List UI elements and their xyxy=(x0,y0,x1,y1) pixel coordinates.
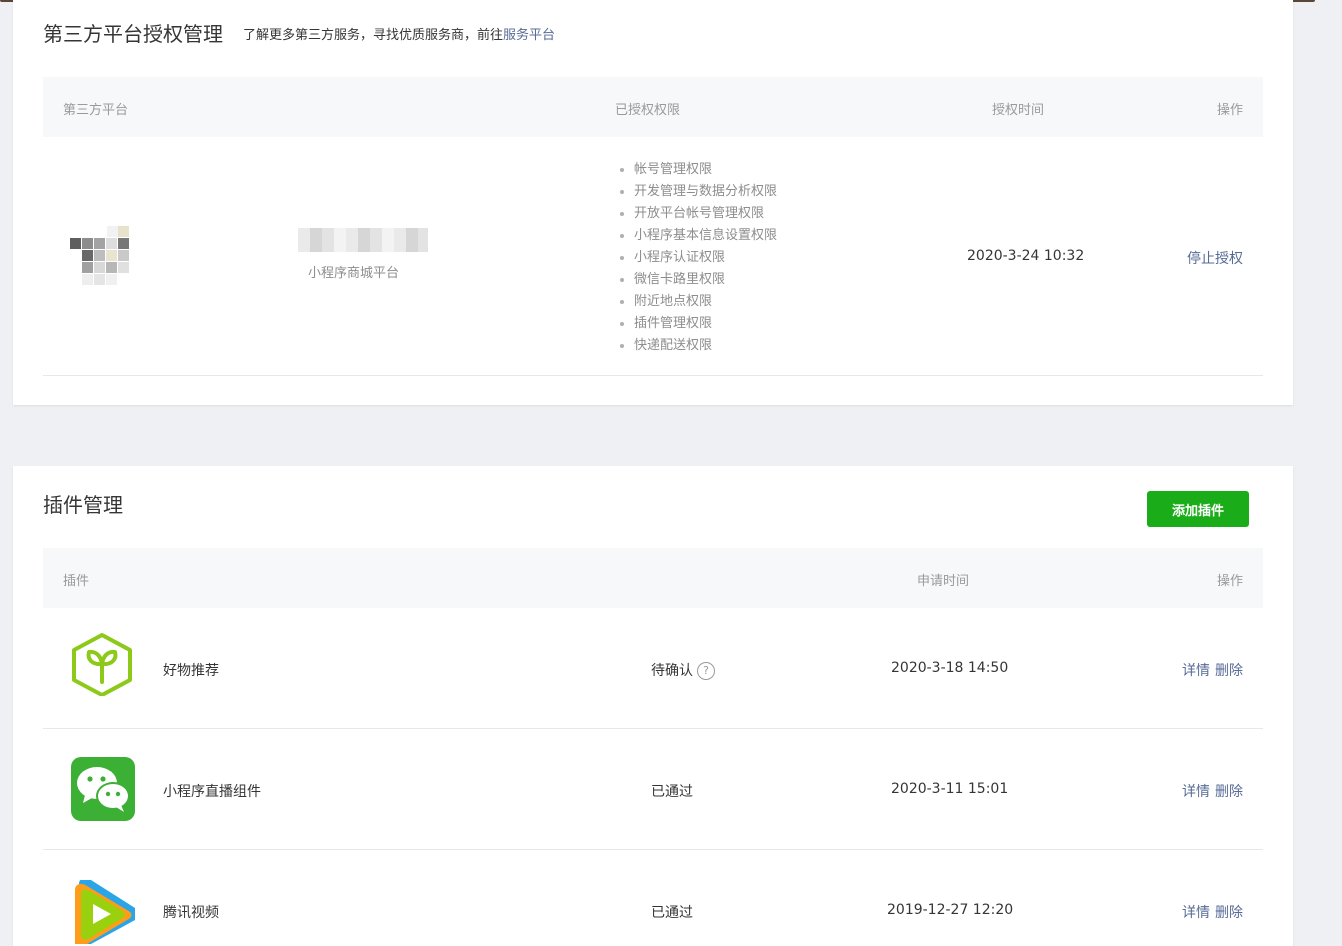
permission-item: 微信卡路里权限 xyxy=(620,269,777,291)
col-permissions: 已授权权限 xyxy=(615,103,681,118)
platform-type: 小程序商城平台 xyxy=(308,266,400,281)
permission-item: 小程序基本信息设置权限 xyxy=(620,225,777,247)
permission-item: 开放平台帐号管理权限 xyxy=(620,203,777,225)
plugin-row-divider xyxy=(43,849,1263,850)
plugin-management-card xyxy=(13,466,1293,946)
plugin-detail-link[interactable]: 详情 xyxy=(1182,781,1210,801)
help-icon[interactable]: ? xyxy=(697,662,715,680)
plugin-name: 腾讯视频 xyxy=(163,905,219,921)
plugin-detail-link[interactable]: 详情 xyxy=(1182,902,1210,922)
auth-subtitle: 了解更多第三方服务，寻找优质服务商，前往服务平台 xyxy=(243,24,555,43)
auth-subtitle-text: 了解更多第三方服务，寻找优质服务商，前往 xyxy=(243,28,504,43)
permission-list: 帐号管理权限 开发管理与数据分析权限 开放平台帐号管理权限 小程序基本信息设置权… xyxy=(620,159,777,357)
auth-row-divider xyxy=(43,375,1263,376)
plugin-table-header: 插件 申请时间 操作 xyxy=(43,548,1263,608)
auth-time: 2020-3-24 10:32 xyxy=(967,248,1085,264)
permission-item: 帐号管理权限 xyxy=(620,159,777,181)
auth-table-header: 第三方平台 已授权权限 授权时间 操作 xyxy=(43,77,1263,137)
platform-avatar xyxy=(70,226,144,288)
plugin-status-text: 待确认 xyxy=(651,663,693,679)
plugin-detail-link[interactable]: 详情 xyxy=(1182,660,1210,680)
permission-item: 快递配送权限 xyxy=(620,335,777,357)
permission-item: 插件管理权限 xyxy=(620,313,777,335)
plugin-delete-link[interactable]: 删除 xyxy=(1215,781,1243,801)
sprout-box-icon xyxy=(72,633,132,696)
plugin-name: 好物推荐 xyxy=(163,663,219,679)
plugin-section-title: 插件管理 xyxy=(43,493,123,517)
plugin-row-divider xyxy=(43,728,1263,729)
plugin-delete-link[interactable]: 删除 xyxy=(1215,660,1243,680)
tencent-video-icon xyxy=(75,880,135,944)
col-plugin-action: 操作 xyxy=(1216,574,1243,589)
plugin-name: 小程序直播组件 xyxy=(163,784,261,800)
col-plugin: 插件 xyxy=(63,574,90,589)
auth-section-title: 第三方平台授权管理 xyxy=(43,22,223,46)
add-plugin-button[interactable]: 添加插件 xyxy=(1147,491,1249,527)
col-apply-time: 申请时间 xyxy=(917,574,970,589)
col-platform: 第三方平台 xyxy=(63,103,129,118)
plugin-delete-link[interactable]: 删除 xyxy=(1215,902,1243,922)
permission-item: 小程序认证权限 xyxy=(620,247,777,269)
col-action: 操作 xyxy=(1216,103,1243,118)
permission-item: 开发管理与数据分析权限 xyxy=(620,181,777,203)
plugin-apply-time: 2019-12-27 12:20 xyxy=(887,902,1014,918)
service-platform-link[interactable]: 服务平台 xyxy=(503,28,555,43)
wechat-icon xyxy=(71,757,135,821)
plugin-status: 已通过 xyxy=(651,784,693,800)
col-auth-time: 授权时间 xyxy=(992,103,1045,118)
stop-auth-link[interactable]: 停止授权 xyxy=(1187,248,1243,268)
permission-item: 附近地点权限 xyxy=(620,291,777,313)
plugin-apply-time: 2020-3-18 14:50 xyxy=(891,660,1009,676)
plugin-status: 待确认? xyxy=(651,660,715,680)
plugin-apply-time: 2020-3-11 15:01 xyxy=(891,781,1009,797)
plugin-status: 已通过 xyxy=(651,905,693,921)
platform-name-blurred xyxy=(298,228,428,252)
